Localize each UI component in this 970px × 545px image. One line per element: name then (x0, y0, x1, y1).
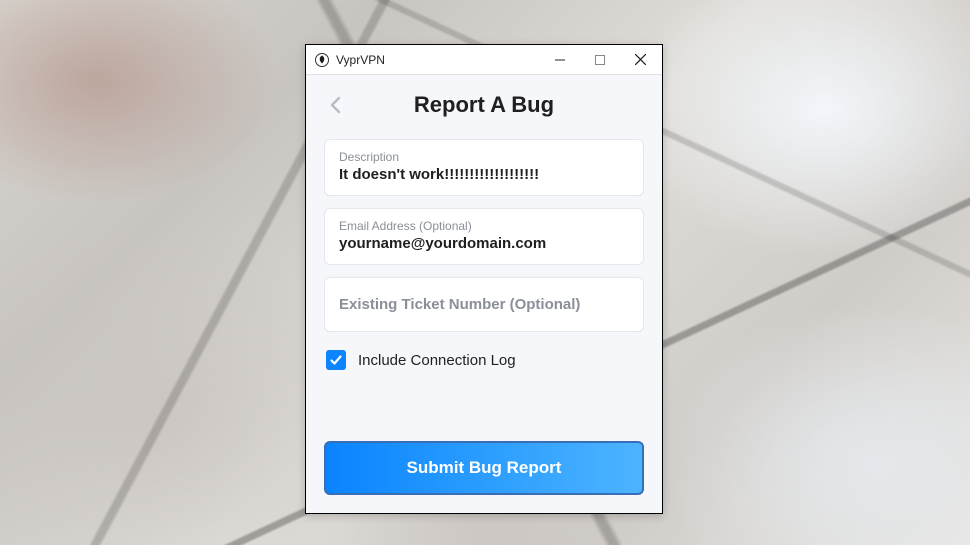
email-input[interactable] (339, 235, 629, 252)
page-title: Report A Bug (322, 92, 646, 118)
include-log-checkbox[interactable] (326, 350, 346, 370)
titlebar: VyprVPN (306, 45, 662, 75)
back-button[interactable] (322, 91, 350, 119)
window-title: VyprVPN (336, 53, 540, 67)
description-input[interactable] (339, 166, 629, 183)
app-window: VyprVPN Report A Bug Description Email A… (305, 44, 663, 514)
include-log-row: Include Connection Log (324, 344, 644, 370)
submit-button[interactable]: Submit Bug Report (324, 441, 644, 495)
ticket-input[interactable] (339, 296, 629, 313)
minimize-button[interactable] (540, 46, 580, 74)
description-label: Description (339, 150, 629, 164)
app-icon (314, 52, 330, 68)
checkmark-icon (329, 353, 343, 367)
close-button[interactable] (620, 46, 660, 74)
page-header: Report A Bug (306, 75, 662, 135)
include-log-label: Include Connection Log (358, 352, 516, 369)
submit-button-label: Submit Bug Report (407, 458, 562, 478)
form-content: Description Email Address (Optional) Inc… (306, 135, 662, 370)
ticket-field-container[interactable] (324, 277, 644, 332)
description-field-container[interactable]: Description (324, 139, 644, 196)
email-field-container[interactable]: Email Address (Optional) (324, 208, 644, 265)
maximize-button[interactable] (580, 46, 620, 74)
email-label: Email Address (Optional) (339, 219, 629, 233)
